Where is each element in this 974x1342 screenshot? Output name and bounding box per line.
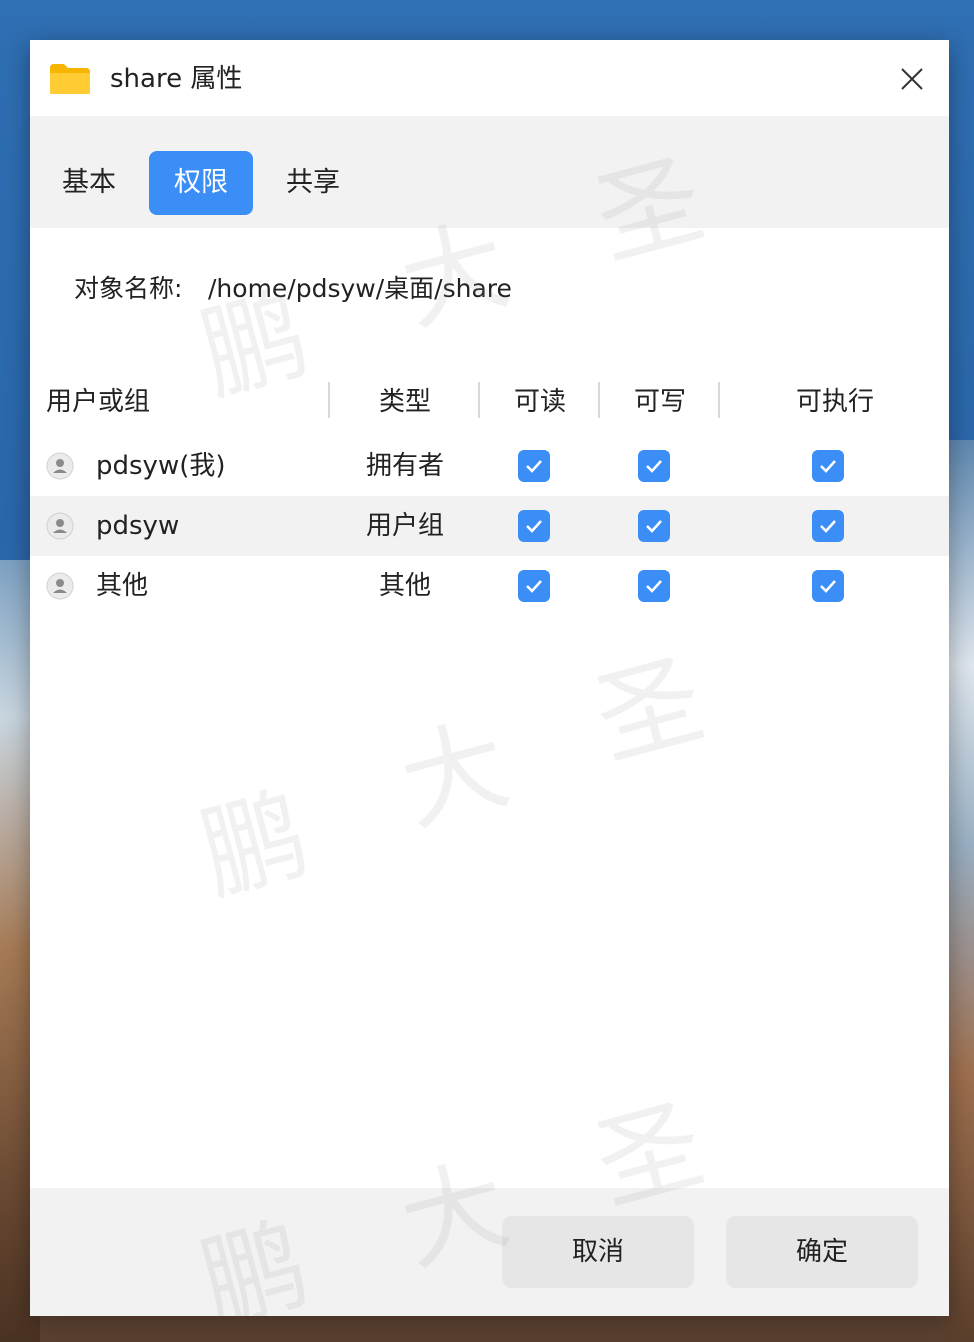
read-checkbox[interactable]	[518, 450, 550, 482]
checkmark-icon	[646, 580, 662, 593]
tab-bar: 基本 权限 共享	[30, 116, 949, 228]
checkmark-icon	[646, 520, 662, 533]
checkmark-icon	[526, 580, 542, 593]
folder-icon	[50, 64, 90, 94]
close-icon	[901, 68, 923, 90]
checkmark-icon	[820, 460, 836, 473]
header-read: 可读	[513, 387, 566, 417]
titlebar: share 属性	[30, 40, 949, 116]
table-row[interactable]: pdsyw 用户组	[30, 496, 949, 556]
tab-permissions[interactable]: 权限	[149, 151, 253, 215]
dialog-title: share 属性	[110, 64, 243, 94]
checkmark-icon	[820, 580, 836, 593]
user-avatar-icon	[46, 452, 74, 480]
object-name-label: 对象名称:	[74, 274, 183, 303]
ok-button[interactable]: 确定	[726, 1216, 918, 1288]
group-avatar-icon	[46, 512, 74, 540]
execute-checkbox[interactable]	[812, 510, 844, 542]
header-execute: 可执行	[795, 387, 874, 417]
execute-checkbox[interactable]	[812, 450, 844, 482]
write-checkbox[interactable]	[638, 510, 670, 542]
header-user-or-group: 用户或组	[46, 387, 151, 417]
tab-basic[interactable]: 基本	[48, 151, 130, 215]
table-row[interactable]: 其他 其他	[30, 556, 949, 616]
permissions-header: 用户或组 类型 可读 可写 可执行	[30, 380, 949, 424]
watermark-char: 圣	[583, 637, 716, 783]
user-type: 拥有者	[365, 451, 444, 481]
others-avatar-icon	[46, 572, 74, 600]
header-write: 可写	[633, 387, 686, 417]
checkmark-icon	[820, 520, 836, 533]
checkmark-icon	[646, 460, 662, 473]
tab-sharing[interactable]: 共享	[272, 151, 354, 215]
table-row[interactable]: pdsyw(我) 拥有者	[30, 436, 949, 496]
user-name: pdsyw(我)	[96, 451, 226, 481]
header-type: 类型	[378, 387, 431, 417]
others-type: 其他	[378, 571, 431, 601]
write-checkbox[interactable]	[638, 450, 670, 482]
object-path: /home/pdsyw/桌面/share	[208, 274, 512, 303]
others-name: 其他	[96, 571, 149, 601]
group-type: 用户组	[365, 511, 444, 541]
dialog-footer: 取消 确定	[30, 1188, 949, 1316]
watermark-char: 鹏	[188, 772, 321, 918]
checkmark-icon	[526, 460, 542, 473]
checkmark-icon	[526, 520, 542, 533]
execute-checkbox[interactable]	[812, 570, 844, 602]
read-checkbox[interactable]	[518, 510, 550, 542]
close-button[interactable]	[895, 62, 929, 96]
group-name: pdsyw	[96, 511, 180, 541]
write-checkbox[interactable]	[638, 570, 670, 602]
cancel-button[interactable]: 取消	[502, 1216, 694, 1288]
properties-dialog: share 属性 基本 权限 共享 对象名称: /home/pdsyw/桌面/s…	[30, 40, 949, 1316]
watermark-char: 大	[388, 702, 521, 848]
read-checkbox[interactable]	[518, 570, 550, 602]
